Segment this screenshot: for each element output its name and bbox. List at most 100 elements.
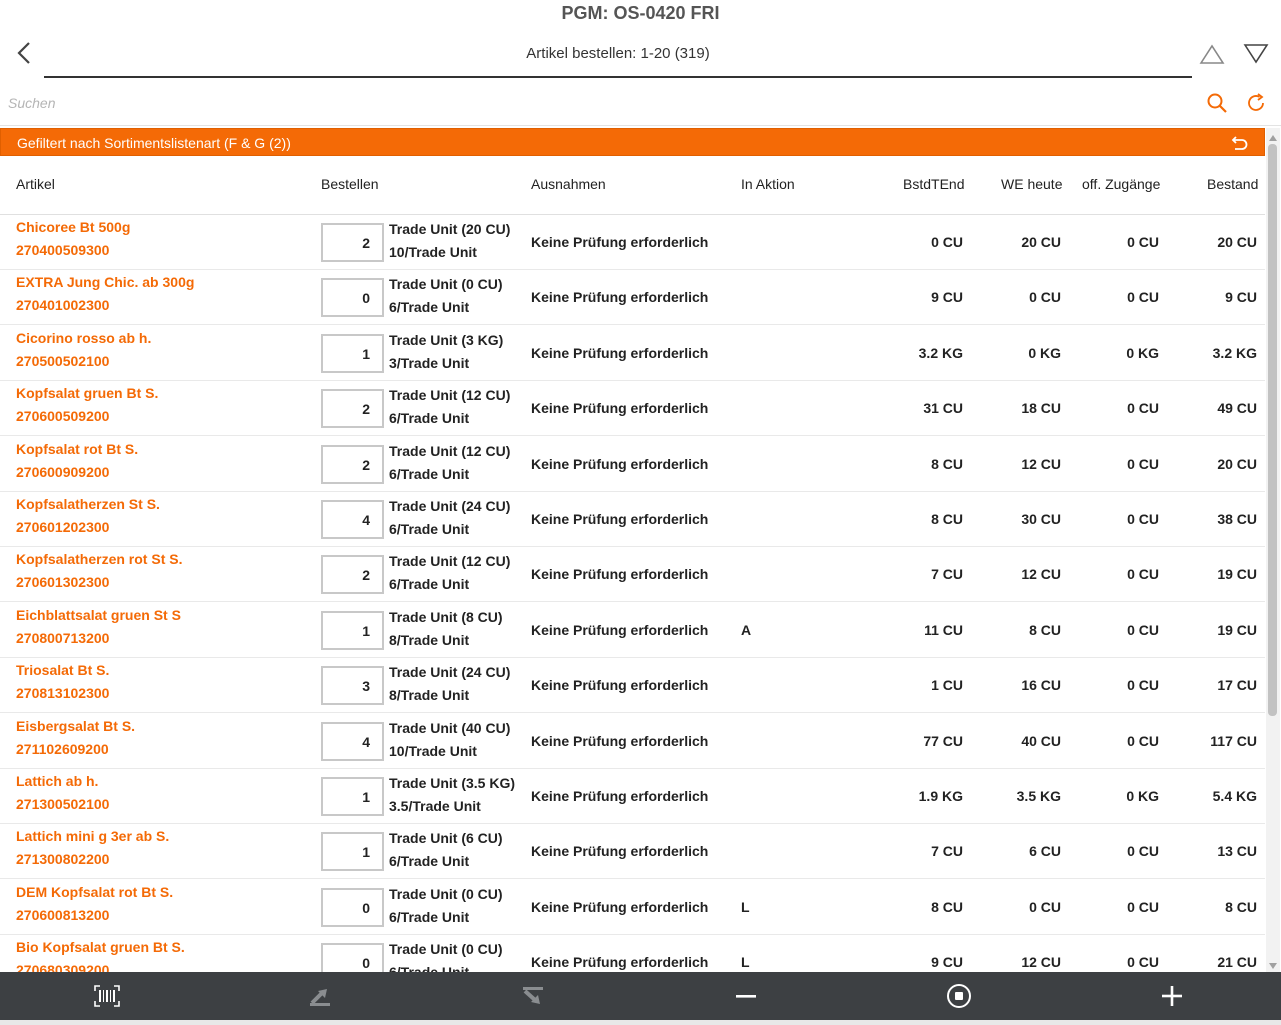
search-input[interactable] (8, 87, 1188, 119)
refresh-button[interactable] (1245, 92, 1267, 114)
table-row[interactable]: Bio Kopfsalat gruen Bt S. 270680309200 Tra… (0, 935, 1265, 972)
article-code[interactable]: 270400509300 (16, 242, 109, 258)
off-zugaenge-value: 0 CU (1127, 234, 1159, 250)
article-name[interactable]: Cicorino rosso ab h. (16, 330, 151, 346)
trade-unit-label: Trade Unit (12 CU) (389, 553, 511, 569)
article-code[interactable]: 270401002300 (16, 297, 109, 313)
article-code[interactable]: 270813102300 (16, 685, 109, 701)
table-row[interactable]: Eisbergsalat Bt S. 271102609200 Trade Unit… (0, 714, 1265, 769)
article-name[interactable]: Kopfsalat gruen Bt S. (16, 385, 158, 401)
we-heute-value: 18 CU (1021, 400, 1061, 416)
off-zugaenge-value: 0 CU (1127, 733, 1159, 749)
scroll-down-button[interactable] (1268, 958, 1278, 969)
search-button[interactable] (1206, 92, 1228, 114)
column-ausnahmen[interactable]: Ausnahmen (531, 158, 606, 210)
column-bestand[interactable]: Bestand (1207, 158, 1258, 210)
table-row[interactable]: Lattich mini g 3er ab S. 271300802200 Trad… (0, 824, 1265, 879)
table-row[interactable]: EXTRA Jung Chic. ab 300g 270401002300 Trad… (0, 270, 1265, 325)
we-heute-value: 12 CU (1021, 566, 1061, 582)
filter-label: Gefiltert nach Sortimentslistenart (F & … (17, 135, 291, 151)
scan-button[interactable] (0, 972, 213, 1020)
order-quantity-input[interactable] (321, 334, 384, 373)
article-name[interactable]: Chicoree Bt 500g (16, 219, 130, 235)
order-quantity-input[interactable] (321, 832, 384, 871)
move-down-button[interactable] (426, 972, 639, 1020)
table-row[interactable]: Cicorino rosso ab h. 270500502100 Trade Un… (0, 326, 1265, 381)
column-bestellen[interactable]: Bestellen (321, 158, 379, 210)
order-quantity-input[interactable] (321, 389, 384, 428)
article-code[interactable]: 270600509200 (16, 408, 109, 424)
column-artikel[interactable]: Artikel (16, 158, 55, 210)
next-page-button[interactable] (1242, 42, 1270, 66)
article-name[interactable]: Eisbergsalat Bt S. (16, 718, 135, 734)
table-row[interactable]: Kopfsalat rot Bt S. 270600909200 Trade Uni… (0, 437, 1265, 492)
column-we-heute[interactable]: WE heute (1001, 158, 1062, 210)
article-name[interactable]: Kopfsalatherzen St S. (16, 496, 160, 512)
order-quantity-input[interactable] (321, 611, 384, 650)
column-off-zugaenge[interactable]: off. Zugänge (1082, 158, 1160, 210)
article-name[interactable]: Kopfsalatherzen rot St S. (16, 551, 182, 567)
article-name[interactable]: Triosalat Bt S. (16, 662, 109, 678)
table-row[interactable]: Eichblattsalat gruen St S 270800713200 Tra… (0, 603, 1265, 658)
article-code[interactable]: 270800713200 (16, 630, 109, 646)
table-row[interactable]: Kopfsalatherzen rot St S. 270601302300 Tra… (0, 547, 1265, 602)
order-quantity-input[interactable] (321, 722, 384, 761)
order-quantity-input[interactable] (321, 888, 384, 927)
article-name[interactable]: Lattich ab h. (16, 773, 98, 789)
table-row[interactable]: Chicoree Bt 500g 270400509300 Trade Unit (… (0, 215, 1265, 270)
article-name[interactable]: EXTRA Jung Chic. ab 300g (16, 274, 194, 290)
bestand-value: 20 CU (1217, 234, 1257, 250)
article-name[interactable]: DEM Kopfsalat rot Bt S. (16, 884, 173, 900)
bestand-value: 8 CU (1225, 899, 1257, 915)
we-heute-value: 12 CU (1021, 456, 1061, 472)
move-up-button[interactable] (213, 972, 426, 1020)
article-code[interactable]: 270601302300 (16, 574, 109, 590)
article-code[interactable]: 271300802200 (16, 851, 109, 867)
units-per-trade-unit: 8/Trade Unit (389, 687, 470, 703)
trade-unit-label: Trade Unit (0 CU) (389, 941, 503, 957)
bstdtend-value: 1 CU (931, 677, 963, 693)
article-code[interactable]: 271300502100 (16, 796, 109, 812)
order-quantity-input[interactable] (321, 555, 384, 594)
article-code[interactable]: 271102609200 (16, 741, 109, 757)
article-name[interactable]: Kopfsalat rot Bt S. (16, 441, 138, 457)
order-quantity-input[interactable] (321, 223, 384, 262)
order-quantity-input[interactable] (321, 666, 384, 705)
units-per-trade-unit: 6/Trade Unit (389, 909, 470, 925)
article-name[interactable]: Eichblattsalat gruen St S (16, 607, 181, 623)
table-row[interactable]: Triosalat Bt S. 270813102300 Trade Unit (2… (0, 658, 1265, 713)
previous-page-button[interactable] (1198, 42, 1226, 66)
units-per-trade-unit: 6/Trade Unit (389, 853, 470, 869)
table-row[interactable]: DEM Kopfsalat rot Bt S. 270600813200 Trade… (0, 880, 1265, 935)
order-quantity-input[interactable] (321, 777, 384, 816)
bstdtend-value: 7 CU (931, 843, 963, 859)
column-in-aktion[interactable]: In Aktion (741, 158, 795, 210)
decrease-button[interactable] (639, 972, 852, 1020)
article-code[interactable]: 270500502100 (16, 353, 109, 369)
add-button[interactable] (1065, 972, 1278, 1020)
table-row[interactable]: Lattich ab h. 271300502100 Trade Unit (3.5… (0, 769, 1265, 824)
reset-filter-button[interactable] (1230, 133, 1250, 153)
article-code[interactable]: 270600909200 (16, 464, 109, 480)
column-bstdtend[interactable]: BstdTEnd (903, 158, 964, 210)
stop-button[interactable] (852, 972, 1065, 1020)
off-zugaenge-value: 0 CU (1127, 677, 1159, 693)
table-row[interactable]: Kopfsalat gruen Bt S. 270600509200 Trade U… (0, 381, 1265, 436)
article-code[interactable]: 270600813200 (16, 907, 109, 923)
order-quantity-input[interactable] (321, 500, 384, 539)
exception-status: Keine Prüfung erforderlich (531, 899, 709, 915)
bstdtend-value: 8 CU (931, 456, 963, 472)
order-quantity-input[interactable] (321, 278, 384, 317)
scroll-up-button[interactable] (1268, 130, 1278, 141)
units-per-trade-unit: 6/Trade Unit (389, 521, 470, 537)
back-button[interactable] (10, 38, 40, 68)
order-quantity-input[interactable] (321, 445, 384, 484)
article-code[interactable]: 270601202300 (16, 519, 109, 535)
table-row[interactable]: Kopfsalatherzen St S. 270601202300 Trade U… (0, 492, 1265, 547)
article-name[interactable]: Lattich mini g 3er ab S. (16, 828, 169, 844)
order-quantity-input[interactable] (321, 943, 384, 972)
scrollbar-thumb[interactable] (1268, 144, 1277, 716)
article-name[interactable]: Bio Kopfsalat gruen Bt S. (16, 939, 185, 955)
article-code[interactable]: 270680309200 (16, 962, 109, 972)
off-zugaenge-value: 0 KG (1126, 345, 1159, 361)
